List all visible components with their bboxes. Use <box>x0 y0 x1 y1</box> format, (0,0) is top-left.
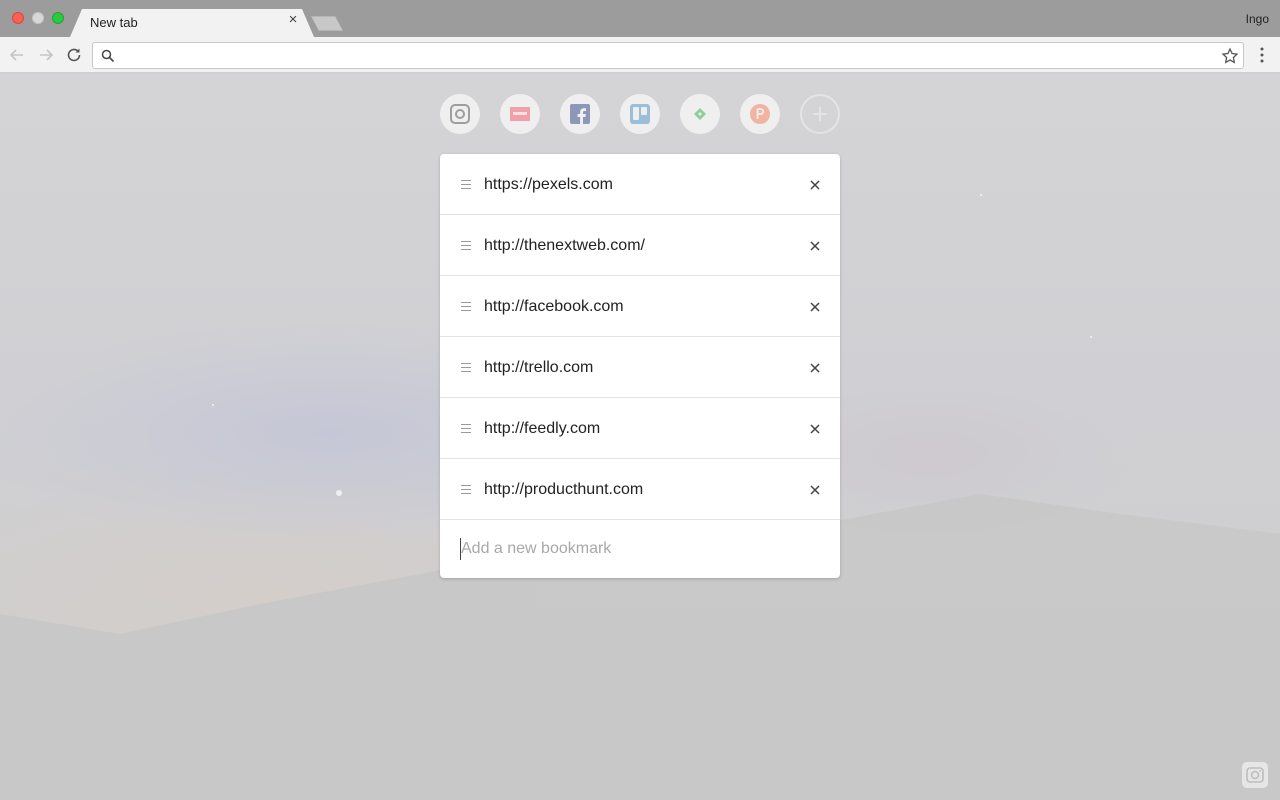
bookmark-list-panel: https://pexels.com http://thenextweb.com… <box>440 154 840 578</box>
remove-bookmark-icon[interactable] <box>809 239 821 251</box>
producthunt-icon <box>750 104 770 124</box>
background-star <box>1090 336 1092 338</box>
plus-icon <box>813 107 827 121</box>
background-star <box>980 194 982 196</box>
close-window-button[interactable] <box>12 12 24 24</box>
speed-dial-facebook[interactable] <box>560 94 600 134</box>
drag-handle-icon[interactable] <box>461 302 471 311</box>
bookmark-url[interactable]: http://trello.com <box>484 359 593 377</box>
bookmark-url[interactable]: http://feedly.com <box>484 420 600 438</box>
bookmark-url[interactable]: http://producthunt.com <box>484 481 643 499</box>
search-icon <box>101 49 115 63</box>
feedly-icon <box>694 108 706 120</box>
profile-name[interactable]: Ingo <box>1246 12 1269 26</box>
drag-handle-icon[interactable] <box>461 241 471 250</box>
address-bar[interactable] <box>92 42 1244 69</box>
tnw-icon <box>510 107 530 121</box>
bookmark-url[interactable]: http://facebook.com <box>484 298 624 316</box>
speed-dial-thenextweb[interactable] <box>500 94 540 134</box>
remove-bookmark-icon[interactable] <box>809 361 821 373</box>
bookmark-url[interactable]: http://thenextweb.com/ <box>484 237 645 255</box>
bookmark-row[interactable]: http://feedly.com <box>440 398 840 459</box>
speed-dial-feedly[interactable] <box>680 94 720 134</box>
camera-icon[interactable] <box>1242 762 1268 788</box>
add-bookmark-input[interactable] <box>460 538 820 560</box>
remove-bookmark-icon[interactable] <box>809 483 821 495</box>
reload-icon[interactable] <box>64 45 84 65</box>
browser-toolbar <box>0 37 1280 73</box>
bookmark-star-icon[interactable] <box>1221 47 1239 65</box>
background-star <box>212 404 214 406</box>
background-star <box>336 490 342 496</box>
speed-dial-instagram[interactable] <box>440 94 480 134</box>
bookmark-row[interactable]: http://producthunt.com <box>440 459 840 520</box>
bookmark-url[interactable]: https://pexels.com <box>484 176 613 194</box>
drag-handle-icon[interactable] <box>461 424 471 433</box>
add-bookmark-row <box>440 520 840 578</box>
bookmark-row[interactable]: http://thenextweb.com/ <box>440 215 840 276</box>
speed-dial-add[interactable] <box>800 94 840 134</box>
remove-bookmark-icon[interactable] <box>809 300 821 312</box>
facebook-icon <box>570 104 590 124</box>
tab-title: New tab <box>90 15 138 30</box>
tab-close-icon[interactable]: × <box>286 12 300 27</box>
forward-arrow-icon[interactable] <box>36 45 56 65</box>
bookmark-row[interactable]: http://facebook.com <box>440 276 840 337</box>
new-tab-page: https://pexels.com http://thenextweb.com… <box>0 74 1280 800</box>
drag-handle-icon[interactable] <box>461 485 471 494</box>
maximize-window-button[interactable] <box>52 12 64 24</box>
title-bar: New tab × Ingo <box>0 0 1280 37</box>
bookmark-row[interactable]: http://trello.com <box>440 337 840 398</box>
drag-handle-icon[interactable] <box>461 180 471 189</box>
instagram-icon <box>450 104 470 124</box>
remove-bookmark-icon[interactable] <box>809 178 821 190</box>
bookmark-row[interactable]: https://pexels.com <box>440 154 840 215</box>
speed-dial-trello[interactable] <box>620 94 660 134</box>
speed-dial-producthunt[interactable] <box>740 94 780 134</box>
drag-handle-icon[interactable] <box>461 363 471 372</box>
back-arrow-icon[interactable] <box>7 45 27 65</box>
remove-bookmark-icon[interactable] <box>809 422 821 434</box>
minimize-window-button[interactable] <box>32 12 44 24</box>
menu-kebab-icon[interactable] <box>1254 47 1270 63</box>
new-tab-button[interactable] <box>311 16 343 31</box>
trello-icon <box>630 104 650 124</box>
